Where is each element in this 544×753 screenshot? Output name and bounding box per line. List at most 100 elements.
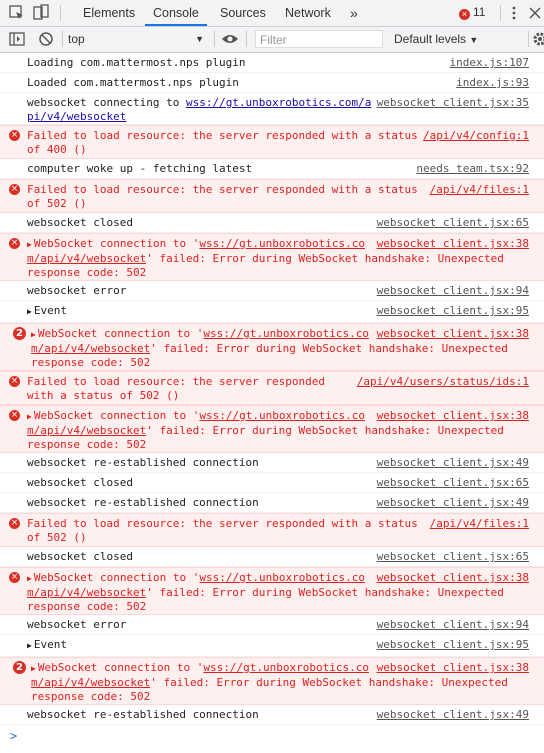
source-link[interactable]: websocket client.jsx:38: [377, 237, 529, 251]
error-icon: ×: [9, 376, 20, 387]
source-link[interactable]: needs team.tsx:92: [416, 162, 529, 176]
tab-elements[interactable]: Elements: [83, 0, 135, 26]
source-link[interactable]: websocket client.jsx:95: [377, 304, 529, 318]
websocket-url-link[interactable]: wss://gt.unboxrobotics.com/a: [186, 96, 371, 109]
error-message: × Failed to load resource: the server re…: [0, 125, 544, 159]
message-text: Failed to load resource: the server resp…: [27, 183, 418, 210]
error-icon: ×: [9, 572, 20, 583]
close-icon[interactable]: [526, 4, 544, 22]
websocket-url-link[interactable]: m/api/v4/websocket: [27, 252, 146, 265]
error-message[interactable]: × ▶ WebSocket connection to 'wss://gt.unb…: [0, 233, 544, 281]
websocket-url-link[interactable]: m/api/v4/websocket: [27, 586, 146, 599]
source-link[interactable]: websocket client.jsx:35: [377, 96, 529, 110]
expand-triangle-icon: ▶: [27, 307, 32, 316]
message-text: Failed to load resource: the server resp…: [27, 129, 418, 156]
websocket-url-link[interactable]: wss://gt.unboxrobotics.co: [203, 327, 369, 340]
source-link[interactable]: websocket client.jsx:38: [377, 409, 529, 423]
log-message: websocket closed websocket client.jsx:65: [0, 213, 544, 233]
toolbar-divider: [528, 31, 529, 47]
error-icon: ×: [459, 9, 470, 20]
source-link[interactable]: websocket client.jsx:65: [377, 550, 529, 564]
kebab-menu-icon[interactable]: [505, 4, 523, 22]
websocket-url-link[interactable]: m/api/v4/websocket: [31, 342, 150, 355]
message-text: Loaded com.mattermost.nps plugin: [27, 76, 239, 89]
gear-icon[interactable]: [531, 30, 544, 48]
source-link[interactable]: index.js:93: [456, 76, 529, 90]
log-message: websocket connecting to wss://gt.unboxro…: [0, 93, 544, 125]
message-text: websocket re-established connection: [27, 496, 259, 509]
message-text: websocket closed: [27, 216, 133, 229]
source-link[interactable]: websocket client.jsx:94: [377, 618, 529, 632]
error-message: × Failed to load resource: the server re…: [0, 513, 544, 547]
source-link[interactable]: /api/v4/config:1: [423, 129, 529, 143]
websocket-url-link[interactable]: pi/v4/websocket: [27, 110, 126, 123]
source-link[interactable]: websocket client.jsx:38: [377, 661, 529, 675]
source-link[interactable]: websocket client.jsx:38: [377, 327, 529, 341]
tab-sources[interactable]: Sources: [220, 0, 266, 26]
clear-console-icon[interactable]: [37, 30, 55, 48]
tab-network[interactable]: Network: [285, 0, 331, 26]
websocket-url-link[interactable]: wss://gt.unboxrobotics.co: [199, 571, 365, 584]
websocket-url-link[interactable]: wss://gt.unboxrobotics.co: [199, 409, 365, 422]
error-message: × Failed to load resource: the server re…: [0, 371, 544, 405]
toolbar-divider: [62, 31, 63, 47]
source-link[interactable]: /api/v4/users/status/ids:1: [357, 375, 529, 389]
expand-triangle-icon: ▶: [27, 641, 32, 650]
message-text: Failed to load resource: the server resp…: [27, 375, 326, 402]
message-text: websocket error: [27, 284, 127, 297]
source-link[interactable]: index.js:107: [450, 56, 529, 70]
error-icon: ×: [9, 518, 20, 529]
device-toolbar-icon[interactable]: [32, 4, 50, 22]
log-message: Loaded com.mattermost.nps plugin index.j…: [0, 73, 544, 93]
log-message: websocket closed websocket client.jsx:65: [0, 473, 544, 493]
source-link[interactable]: /api/v4/files:1: [430, 517, 529, 531]
log-message: websocket re-established connection webs…: [0, 493, 544, 513]
message-text: websocket re-established connection: [27, 708, 259, 721]
error-count-badge[interactable]: × 11: [459, 5, 485, 20]
expand-triangle-icon: ▶: [27, 240, 32, 249]
sidebar-toggle-icon[interactable]: [8, 30, 26, 48]
source-link[interactable]: websocket client.jsx:49: [377, 708, 529, 722]
log-levels-dropdown[interactable]: Default levels ▼: [394, 31, 478, 49]
filter-input[interactable]: Filter: [255, 30, 383, 48]
websocket-url-link[interactable]: wss://gt.unboxrobotics.co: [199, 237, 365, 250]
error-icon: ×: [9, 130, 20, 141]
error-message[interactable]: 2 ▶ WebSocket connection to 'wss://gt.unb…: [0, 657, 544, 705]
more-tabs-button[interactable]: »: [350, 0, 358, 26]
tab-console[interactable]: Console: [145, 0, 207, 26]
source-link[interactable]: websocket client.jsx:94: [377, 284, 529, 298]
expand-triangle-icon: ▶: [27, 412, 32, 421]
log-message: websocket error websocket client.jsx:94: [0, 281, 544, 301]
error-icon: ×: [9, 184, 20, 195]
log-message: Loading com.mattermost.nps plugin index.…: [0, 53, 544, 73]
error-count: 11: [473, 5, 486, 19]
console-prompt[interactable]: >: [10, 729, 17, 743]
source-link[interactable]: /api/v4/files:1: [430, 183, 529, 197]
source-link[interactable]: websocket client.jsx:49: [377, 496, 529, 510]
inspect-element-icon[interactable]: [8, 4, 26, 22]
repeat-count-badge: 2: [13, 327, 26, 340]
log-message: websocket error websocket client.jsx:94: [0, 615, 544, 635]
source-link[interactable]: websocket client.jsx:49: [377, 456, 529, 470]
dropdown-arrow-icon: ▼: [469, 35, 479, 45]
source-link[interactable]: websocket client.jsx:38: [377, 571, 529, 585]
message-text: websocket connecting to wss://gt.unboxro…: [27, 96, 372, 123]
message-text: websocket closed: [27, 550, 133, 563]
log-message[interactable]: ▶ Event websocket client.jsx:95: [0, 635, 544, 657]
message-text: websocket error: [27, 618, 127, 631]
error-message: × Failed to load resource: the server re…: [0, 179, 544, 213]
error-message[interactable]: 2 ▶ WebSocket connection to 'wss://gt.unb…: [0, 323, 544, 371]
source-link[interactable]: websocket client.jsx:95: [377, 638, 529, 652]
websocket-url-link[interactable]: m/api/v4/websocket: [27, 424, 146, 437]
context-selector[interactable]: top ▼: [68, 31, 208, 48]
error-message[interactable]: × ▶ WebSocket connection to 'wss://gt.unb…: [0, 405, 544, 453]
expand-triangle-icon: ▶: [31, 330, 36, 339]
message-text: Failed to load resource: the server resp…: [27, 517, 418, 544]
source-link[interactable]: websocket client.jsx:65: [377, 476, 529, 490]
source-link[interactable]: websocket client.jsx:65: [377, 216, 529, 230]
websocket-url-link[interactable]: wss://gt.unboxrobotics.co: [203, 661, 369, 674]
error-message[interactable]: × ▶ WebSocket connection to 'wss://gt.unb…: [0, 567, 544, 615]
websocket-url-link[interactable]: m/api/v4/websocket: [31, 676, 150, 689]
log-message[interactable]: ▶ Event websocket client.jsx:95: [0, 301, 544, 323]
eye-icon[interactable]: [221, 30, 239, 48]
